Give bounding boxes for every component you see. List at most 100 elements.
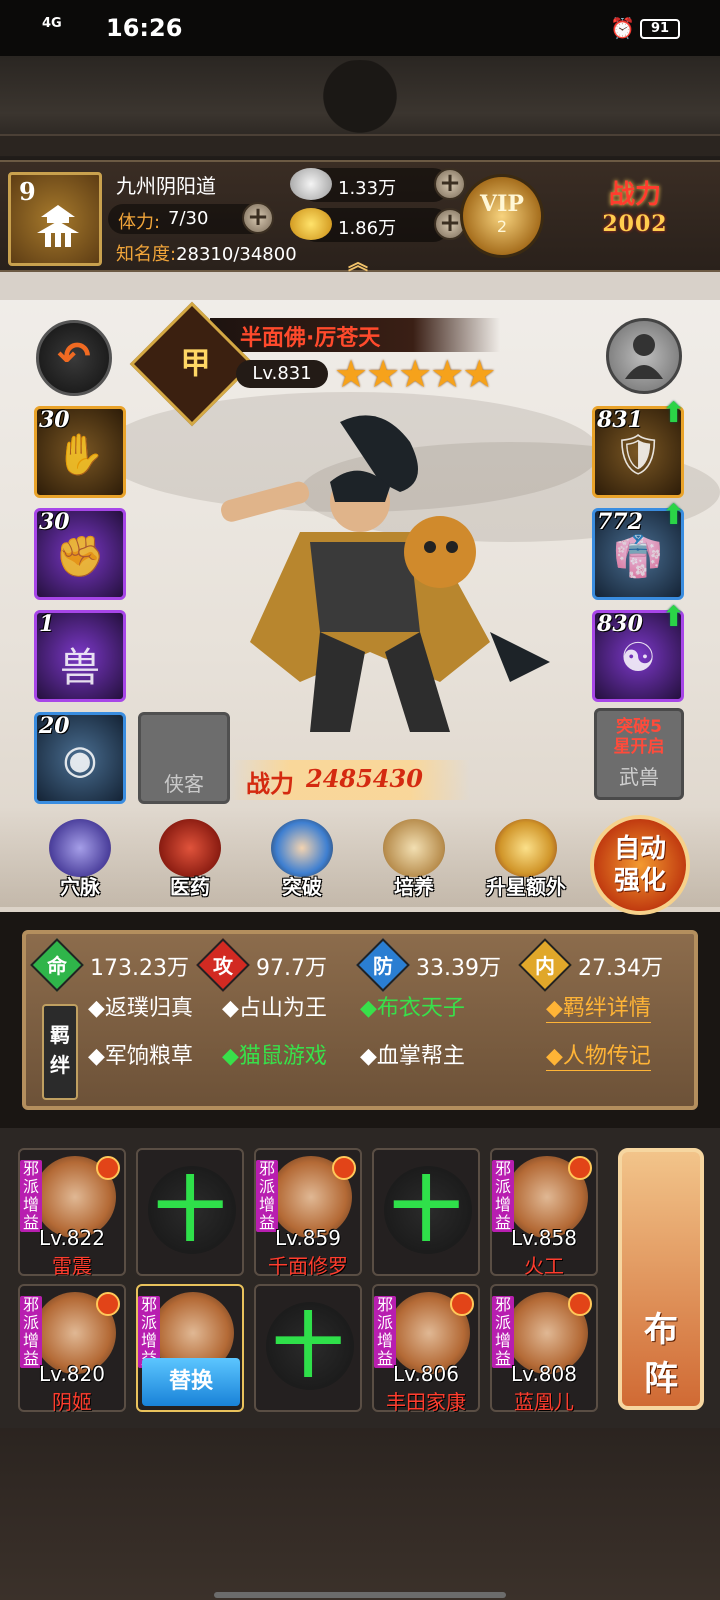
- member-level: Lv.806: [393, 1362, 459, 1386]
- hero-rank-char: 甲: [180, 346, 211, 382]
- player-power-value: 2002: [602, 211, 668, 237]
- member-name: 火工: [524, 1254, 564, 1278]
- back-button[interactable]: ↶: [36, 320, 112, 396]
- meridian-button[interactable]: 穴脉: [30, 819, 130, 903]
- medicine-label: 医药: [170, 875, 210, 899]
- bond-item: ◆返璞归真: [88, 996, 193, 1021]
- token-icon: ◉: [62, 737, 98, 783]
- hero-battle-power: 战力 2485430: [230, 760, 470, 800]
- cultivate-button[interactable]: 培养: [364, 819, 464, 903]
- gold-ingot-icon: [290, 208, 332, 240]
- skill-level: 30: [39, 407, 70, 433]
- equip-level: 772: [597, 509, 643, 535]
- battle-power-label: 战力: [246, 770, 294, 798]
- biography-link[interactable]: ◆人物传记: [546, 1038, 651, 1071]
- bottom-decoration: [0, 1428, 720, 1600]
- alert-dot-icon: [96, 1292, 120, 1316]
- team-member-slot[interactable]: 邪派增益 Lv.859 千面修罗: [254, 1148, 362, 1278]
- silver-currency: 1.33万: [290, 168, 450, 202]
- appearance-button[interactable]: [606, 318, 682, 394]
- alert-dot-icon: [568, 1292, 592, 1316]
- member-level: Lv.822: [39, 1226, 105, 1250]
- silver-value: 1.33万: [338, 178, 397, 199]
- companion-label: 侠客: [164, 772, 204, 796]
- auto-enhance-button[interactable]: 自动 强化: [590, 815, 690, 915]
- beast-slot[interactable]: 突破5 星开启 武兽: [594, 708, 684, 800]
- team-member-slot[interactable]: 邪派增益 Lv.822 雷震: [18, 1148, 126, 1278]
- robe-icon: 👘: [613, 534, 663, 580]
- team-member-slot[interactable]: 邪派增益 Lv.808 蓝凰儿: [490, 1284, 598, 1414]
- hero-portrait: [221, 415, 550, 732]
- formation-label-line2: 阵: [644, 1359, 678, 1399]
- faction-buff-tag: 邪派增益: [256, 1160, 278, 1232]
- star-icon: ★: [334, 352, 368, 396]
- stats-panel: 命 173.23万 攻 97.7万 防 33.39万 内 27.34万 羁 绊 …: [22, 930, 698, 1110]
- add-member-icon: 十: [273, 1305, 343, 1387]
- attack-key: 攻: [213, 954, 233, 978]
- inner-key: 内: [535, 954, 555, 978]
- empty-team-slot[interactable]: 十: [254, 1284, 362, 1412]
- skill-slot-palm[interactable]: 30 ✋: [34, 406, 126, 498]
- member-level: Lv.859: [275, 1226, 341, 1250]
- vip-badge[interactable]: VIP 2: [460, 174, 544, 258]
- bond-item-active: ◆猫鼠游戏: [222, 1044, 327, 1069]
- add-stamina-button[interactable]: +: [242, 202, 274, 234]
- empty-team-slot[interactable]: 十: [136, 1148, 244, 1276]
- team-member-slot[interactable]: 邪派增益 Lv.806 丰田家康: [372, 1284, 480, 1414]
- bond-tag: 羁 绊: [42, 1004, 78, 1100]
- star-icon: ★: [462, 352, 496, 396]
- hp-key: 命: [47, 954, 67, 978]
- bond-item: ◆军饷粮草: [88, 1044, 193, 1069]
- alert-dot-icon: [568, 1156, 592, 1180]
- alarm-icon: ⏰: [610, 16, 635, 40]
- medicine-icon: [159, 819, 221, 877]
- member-name: 阴姬: [52, 1390, 92, 1414]
- star-up-label: 升星额外: [486, 875, 566, 899]
- hero-level: Lv.831: [236, 360, 328, 388]
- player-power: 战力 2002: [560, 174, 710, 262]
- network-indicator: 4G: [42, 16, 62, 31]
- gesture-bar[interactable]: [214, 1592, 506, 1598]
- game-screen: 4G 16:26 ⏰ 91 9 九州阴阳道 体力: 7/30 + 知名度:283…: [0, 0, 720, 1600]
- team-member-slot[interactable]: 邪派增益 Lv.820 阴姬: [18, 1284, 126, 1414]
- fame-label: 知名度:: [116, 244, 177, 265]
- bracer-icon: 🛡: [612, 432, 664, 478]
- formation-button[interactable]: 布 阵: [618, 1148, 704, 1410]
- bond-tag-line1: 羁: [50, 1023, 70, 1047]
- add-silver-button[interactable]: +: [434, 168, 466, 200]
- hero-panel: ↶ 半面佛·厉苍天 甲 Lv.831 ★★★★★ 30 ✋ 30 ✊ 1 兽 2…: [0, 272, 720, 915]
- current-hero-slot[interactable]: 邪派增益 替换: [136, 1284, 244, 1412]
- skill-slot-fist[interactable]: 30 ✊: [34, 508, 126, 600]
- breakthrough-icon: [271, 819, 333, 877]
- silver-ingot-icon: [290, 168, 332, 200]
- equip-level: 830: [597, 611, 643, 637]
- swap-button[interactable]: 替换: [142, 1358, 240, 1406]
- expand-chevron-icon[interactable]: ︽: [348, 246, 368, 275]
- roof-decoration: [0, 56, 720, 160]
- breakthrough-button[interactable]: 突破: [252, 819, 352, 903]
- alert-dot-icon: [450, 1292, 474, 1316]
- star-up-button[interactable]: 升星额外: [476, 819, 576, 903]
- faction-buff-tag: 邪派增益: [20, 1296, 42, 1368]
- bond-details-link[interactable]: ◆羁绊详情: [546, 990, 651, 1023]
- defense-key: 防: [373, 954, 393, 978]
- stamina-value: 7/30: [168, 208, 209, 229]
- member-name: 丰田家康: [386, 1390, 466, 1414]
- fame-value: 28310/34800: [176, 244, 297, 265]
- empty-team-slot[interactable]: 十: [372, 1148, 480, 1276]
- team-member-slot[interactable]: 邪派增益 Lv.858 火工: [490, 1148, 598, 1278]
- skill-level: 30: [39, 509, 70, 535]
- skill-slot-beast[interactable]: 1 兽: [34, 610, 126, 702]
- player-level-badge[interactable]: 9: [8, 172, 102, 266]
- medicine-button[interactable]: 医药: [140, 819, 240, 903]
- inner-value: 27.34万: [578, 956, 663, 981]
- battery-icon: 91: [640, 19, 680, 39]
- item-slot-token[interactable]: 20 ◉: [34, 712, 126, 804]
- faction-buff-tag: 邪派增益: [492, 1160, 514, 1232]
- bond-item: ◆占山为王: [222, 996, 327, 1021]
- breakthrough-hint-line1: 突破5: [616, 717, 662, 737]
- star-icon: ★: [430, 352, 464, 396]
- function-row: 穴脉 医药 突破 培养 升星额外 自动 强化: [0, 807, 720, 915]
- defense-value: 33.39万: [416, 956, 501, 981]
- bond-tag-line2: 绊: [50, 1053, 70, 1077]
